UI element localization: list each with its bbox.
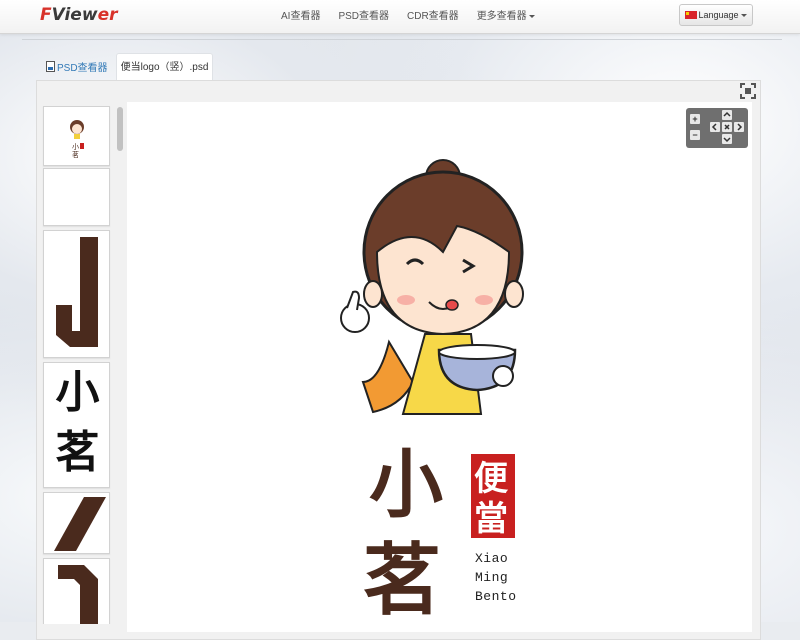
- layer-thumb-hook2[interactable]: [43, 558, 110, 624]
- nav-more-viewers[interactable]: 更多查看器: [468, 0, 544, 33]
- hook-stroke-shape: [56, 237, 98, 347]
- caret-down-icon: [740, 13, 747, 17]
- zoom-out-button[interactable]: −: [690, 130, 700, 140]
- logo-char-ming: 茗: [363, 536, 441, 622]
- pan-right-button[interactable]: [734, 122, 744, 132]
- thumbnail-scrollbar[interactable]: [117, 104, 123, 624]
- chevron-up-icon: [723, 111, 731, 117]
- thumb-char-ming: 茗: [72, 150, 79, 159]
- psd-file-icon: [46, 61, 55, 72]
- chevron-left-icon: [711, 123, 717, 131]
- badge-char-dang: 當: [474, 499, 508, 539]
- slash-stroke-shape: [54, 497, 106, 551]
- layer-thumb-blank[interactable]: [43, 168, 110, 226]
- layer-thumb-hook[interactable]: [43, 230, 110, 358]
- pan-left-button[interactable]: [710, 122, 720, 132]
- nav-ai-viewer[interactable]: AI查看器: [272, 0, 329, 33]
- layer-thumb-text[interactable]: 小 茗: [43, 362, 110, 488]
- tab-current-file-label: 便当logo（竖）.psd: [120, 62, 209, 73]
- main-nav: AI查看器 PSD查看器 CDR查看器 更多查看器: [272, 0, 544, 33]
- thumb-text-xiao: 小: [55, 367, 100, 418]
- mascot-girl: [340, 159, 524, 415]
- logo-artwork: 小 茗 便 當 Xiao Ming Bento: [340, 159, 524, 622]
- fullscreen-icon[interactable]: [740, 83, 756, 99]
- layer-thumb-preview: 小 茗: [70, 120, 84, 159]
- logo-w: w: [81, 5, 98, 25]
- scrollbar-thumb[interactable]: [117, 107, 123, 151]
- hook2-stroke-shape: [58, 565, 98, 624]
- language-label: Language: [698, 10, 739, 20]
- latin-xiao: Xiao: [475, 551, 508, 566]
- tab-psd-viewer-label: PSD查看器: [57, 63, 108, 74]
- thumb-char-xiao: 小: [72, 142, 79, 151]
- logo-char-xiao: 小: [369, 442, 443, 528]
- logo-er: er: [97, 5, 118, 25]
- thumb-text-ming: 茗: [55, 427, 100, 478]
- reset-view-button[interactable]: [722, 122, 732, 132]
- china-flag-icon: [685, 11, 698, 19]
- chevron-down-icon: [723, 137, 731, 143]
- nav-cdr-viewer[interactable]: CDR查看器: [398, 0, 468, 33]
- pan-up-button[interactable]: [722, 110, 732, 120]
- tab-psd-viewer[interactable]: PSD查看器: [46, 59, 108, 74]
- tab-current-file[interactable]: 便当logo（竖）.psd: [116, 53, 213, 80]
- layer-thumb-full[interactable]: 小 茗: [43, 106, 110, 166]
- fviewer-logo[interactable]: FViewer: [40, 5, 117, 25]
- chevron-right-icon: [737, 123, 743, 131]
- logo-f: F: [40, 5, 52, 25]
- latin-ming: Ming: [475, 570, 508, 585]
- nav-psd-viewer[interactable]: PSD查看器: [329, 0, 398, 33]
- layer-thumbnails: 小 茗 小 茗: [42, 104, 112, 624]
- pan-down-button[interactable]: [722, 134, 732, 144]
- latin-bento: Bento: [475, 589, 517, 604]
- layer-thumb-slash[interactable]: [43, 492, 110, 554]
- top-navbar: FViewer AI查看器 PSD查看器 CDR查看器 更多查看器 Langua…: [0, 0, 800, 34]
- nav-more-label: 更多查看器: [476, 11, 527, 22]
- logo-vie: Vie: [51, 5, 82, 25]
- badge-char-bian: 便: [474, 459, 509, 499]
- caret-down-icon: [528, 14, 535, 18]
- language-dropdown[interactable]: Language: [679, 4, 753, 26]
- zoom-pan-controls: + −: [686, 108, 748, 148]
- divider: [22, 39, 782, 40]
- close-icon: [724, 124, 730, 130]
- zoom-in-button[interactable]: +: [690, 114, 700, 124]
